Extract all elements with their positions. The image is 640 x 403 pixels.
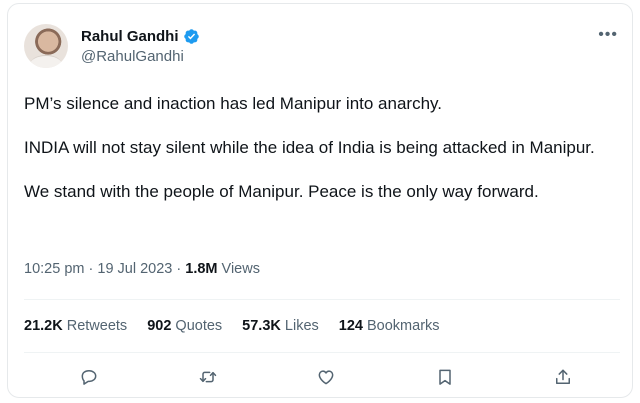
- likes-count: 57.3K: [242, 318, 281, 334]
- meta-separator: ·: [88, 261, 94, 277]
- author-names: Rahul Gandhi @RahulGandhi: [81, 26, 200, 65]
- verified-badge-icon[interactable]: [183, 28, 200, 45]
- views-label: Views: [221, 261, 260, 277]
- retweet-icon[interactable]: [197, 366, 219, 388]
- tweet-card: Rahul Gandhi @RahulGandhi ••• PM’s silen…: [7, 3, 633, 398]
- quotes-label: Quotes: [175, 318, 223, 334]
- engagement-stats: 21.2K Retweets 902 Quotes 57.3K Likes 12…: [24, 318, 440, 334]
- bookmark-icon[interactable]: [434, 366, 456, 388]
- more-icon[interactable]: •••: [598, 27, 618, 43]
- retweets-count: 21.2K: [24, 318, 63, 334]
- divider: [24, 352, 620, 353]
- quotes-count: 902: [147, 318, 172, 334]
- likes-stat[interactable]: 57.3K Likes: [242, 318, 319, 334]
- avatar-shoulders: [30, 55, 62, 68]
- share-icon[interactable]: [552, 366, 574, 388]
- tweet-text: PM’s silence and inaction has led Manipu…: [24, 92, 614, 204]
- heart-icon[interactable]: [315, 366, 337, 388]
- retweets-stat[interactable]: 21.2K Retweets: [24, 318, 127, 334]
- quotes-stat[interactable]: 902 Quotes: [147, 318, 222, 334]
- tweet-meta: 10:25 pm · 19 Jul 2023 · 1.8M Views: [24, 261, 260, 277]
- bookmarks-label: Bookmarks: [367, 318, 440, 334]
- bookmarks-count: 124: [338, 318, 363, 334]
- divider: [24, 299, 620, 300]
- tweet-time[interactable]: 10:25 pm: [24, 261, 84, 277]
- tweet-paragraph: We stand with the people of Manipur. Pea…: [24, 182, 539, 201]
- tweet-header: Rahul Gandhi @RahulGandhi: [24, 24, 200, 68]
- views-count: 1.8M: [185, 261, 218, 277]
- likes-label: Likes: [284, 318, 319, 334]
- avatar[interactable]: [24, 24, 68, 68]
- tweet-date[interactable]: 19 Jul 2023: [97, 261, 172, 277]
- author-handle[interactable]: @RahulGandhi: [81, 48, 200, 65]
- bookmarks-stat[interactable]: 124 Bookmarks: [339, 318, 440, 334]
- tweet-paragraph: PM’s silence and inaction has led Manipu…: [24, 94, 442, 113]
- retweets-label: Retweets: [66, 318, 128, 334]
- reply-icon[interactable]: [78, 366, 100, 388]
- meta-separator: ·: [176, 261, 182, 277]
- display-name[interactable]: Rahul Gandhi: [81, 28, 179, 45]
- display-name-row: Rahul Gandhi: [81, 26, 200, 46]
- action-bar: [8, 366, 632, 388]
- tweet-paragraph: INDIA will not stay silent while the ide…: [24, 138, 595, 157]
